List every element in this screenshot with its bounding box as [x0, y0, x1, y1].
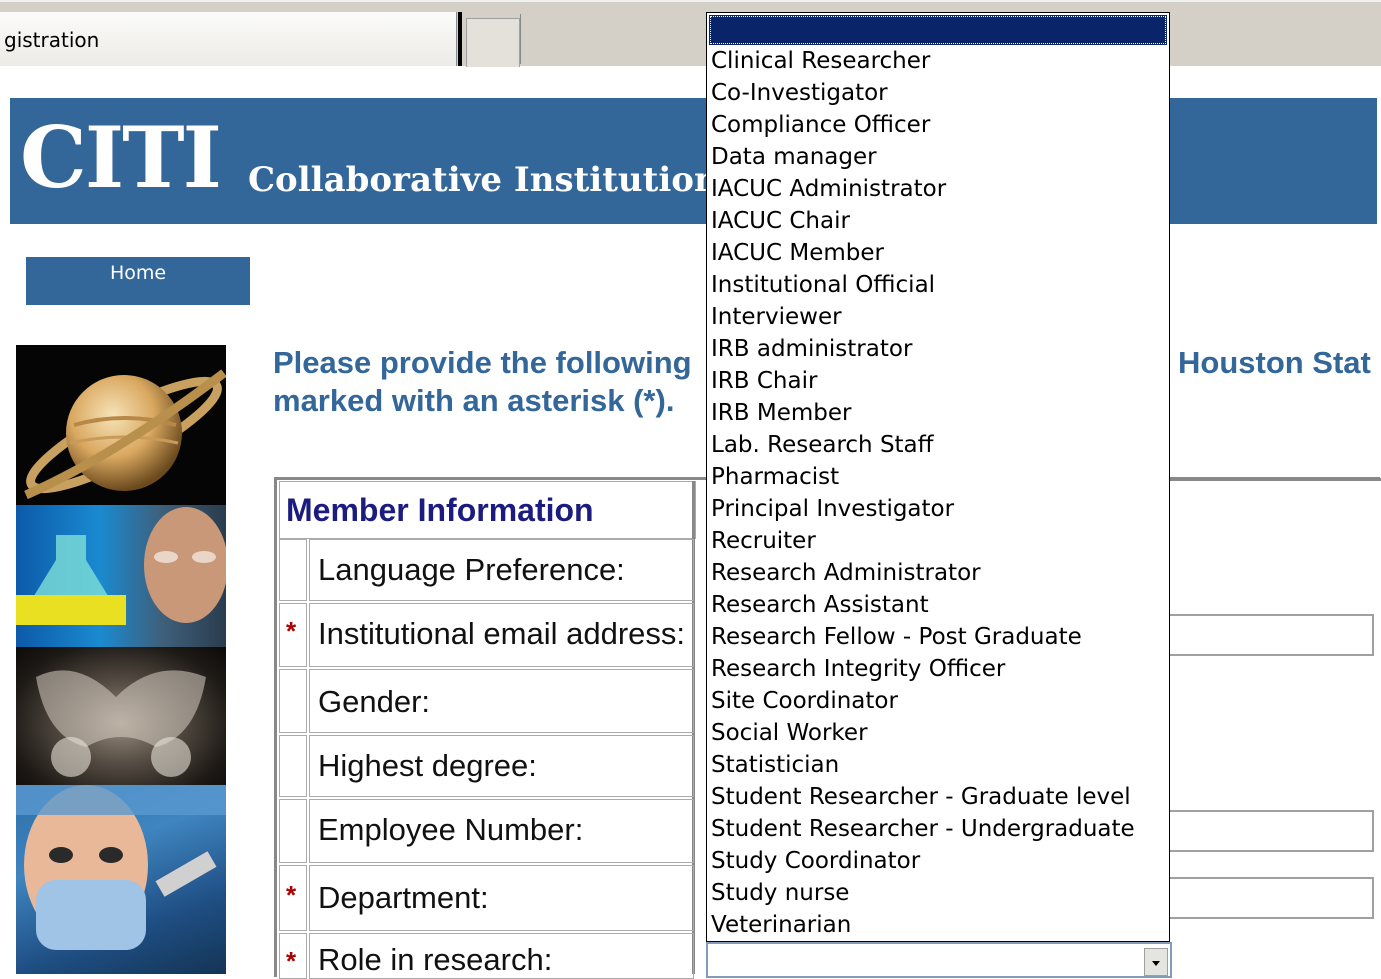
organization-name: Collaborative Institutional [248, 160, 754, 200]
role-in-research-label: Role in research: [318, 942, 553, 977]
intro-institution-fragment: Houston Stat [1178, 345, 1371, 380]
required-asterisk: * [286, 946, 297, 976]
surgeon-illustration [16, 785, 226, 950]
required-cell [279, 799, 307, 863]
language-preference-label: Language Preference: [318, 552, 625, 587]
required-cell [279, 735, 307, 797]
institutional-email-input[interactable] [1170, 614, 1374, 656]
dropdown-option[interactable]: Recruiter [707, 525, 1167, 557]
dropdown-option[interactable]: IRB administrator [707, 333, 1167, 365]
dropdown-option[interactable]: Veterinarian [707, 909, 1167, 941]
required-cell: * [279, 933, 307, 979]
browser-tab-strip: gistration [0, 0, 1381, 67]
section-title: Member Information [286, 492, 594, 528]
intro-text: Please provide the following marked with… [273, 344, 713, 420]
dropdown-option[interactable]: Student Researcher - Graduate level [707, 781, 1167, 813]
required-asterisk: * [286, 616, 297, 646]
table-top-border [1170, 478, 1381, 481]
dropdown-options: Clinical Researcher Co-Investigator Compli… [707, 45, 1167, 941]
dropdown-option[interactable]: Institutional Official [707, 269, 1167, 301]
dropdown-option[interactable]: IACUC Chair [707, 205, 1167, 237]
scientist-illustration [16, 507, 226, 625]
browser-tab-title: gistration [4, 28, 100, 52]
dropdown-option[interactable]: Lab. Research Staff [707, 429, 1167, 461]
field-label-cell: Highest degree: [309, 735, 694, 797]
required-cell [279, 669, 307, 733]
required-cell [279, 539, 307, 601]
field-label-cell: Role in research: [309, 933, 694, 979]
new-tab-button[interactable] [466, 18, 520, 67]
dropdown-option[interactable]: Study Coordinator [707, 845, 1167, 877]
site-banner: CITI Collaborative Institutional [10, 98, 1377, 224]
dropdown-option[interactable]: Interviewer [707, 301, 1167, 333]
tab-divider [458, 12, 462, 66]
dropdown-option[interactable]: IRB Chair [707, 365, 1167, 397]
field-label-cell: Gender: [309, 669, 694, 733]
dropdown-option[interactable]: Student Researcher - Undergraduate [707, 813, 1167, 845]
browser-tab[interactable]: gistration [0, 12, 457, 66]
dropdown-option[interactable]: Research Administrator [707, 557, 1167, 589]
institutional-email-label: Institutional email address: [318, 616, 686, 651]
dropdown-option[interactable]: Clinical Researcher [707, 45, 1167, 77]
gender-label: Gender: [318, 684, 431, 719]
field-label-cell: Institutional email address: [309, 603, 694, 667]
home-nav-button[interactable]: Home [26, 257, 250, 305]
saturn-image [16, 345, 226, 505]
chevron-down-icon[interactable] [1144, 948, 1168, 976]
dropdown-option[interactable]: Compliance Officer [707, 109, 1167, 141]
dropdown-option[interactable]: Research Fellow - Post Graduate [707, 621, 1167, 653]
dropdown-option[interactable]: Statistician [707, 749, 1167, 781]
dropdown-option[interactable]: IACUC Member [707, 237, 1167, 269]
dropdown-highlighted-blank-option[interactable] [709, 15, 1167, 45]
field-label-cell: Employee Number: [309, 799, 694, 863]
required-asterisk: * [286, 880, 297, 910]
dropdown-option[interactable]: Pharmacist [707, 461, 1167, 493]
department-label: Department: [318, 880, 489, 915]
saturn-illustration [24, 369, 226, 500]
dropdown-option[interactable]: Research Assistant [707, 589, 1167, 621]
field-label-cell: Department: [309, 865, 694, 931]
photo-column [16, 345, 226, 974]
role-in-research-select[interactable] [706, 942, 1172, 978]
employee-number-input[interactable] [1170, 810, 1374, 852]
intro-line-2: marked with an asterisk (*). [273, 383, 675, 418]
employee-number-label: Employee Number: [318, 812, 584, 847]
department-input[interactable] [1170, 877, 1374, 919]
surgeon-image [16, 785, 226, 974]
dropdown-option[interactable]: Principal Investigator [707, 493, 1167, 525]
highest-degree-label: Highest degree: [318, 748, 537, 783]
field-label-cell: Language Preference: [309, 539, 694, 601]
dropdown-option[interactable]: Data manager [707, 141, 1167, 173]
xray-illustration [36, 670, 206, 777]
pelvis-xray-image [16, 647, 226, 785]
dropdown-option[interactable]: Social Worker [707, 717, 1167, 749]
dropdown-option[interactable]: Co-Investigator [707, 77, 1167, 109]
dropdown-option[interactable]: Site Coordinator [707, 685, 1167, 717]
role-dropdown-list: Clinical Researcher Co-Investigator Compli… [706, 12, 1170, 942]
dropdown-option[interactable]: Research Integrity Officer [707, 653, 1167, 685]
section-header: Member Information [279, 481, 696, 539]
required-cell: * [279, 603, 307, 667]
scientist-flask-image [16, 505, 226, 647]
dropdown-option[interactable]: IRB Member [707, 397, 1167, 429]
intro-line-1: Please provide the following [273, 345, 692, 380]
required-cell: * [279, 865, 307, 931]
dropdown-option[interactable]: IACUC Administrator [707, 173, 1167, 205]
citi-logo: CITI [20, 108, 222, 207]
dropdown-option[interactable]: Study nurse [707, 877, 1167, 909]
